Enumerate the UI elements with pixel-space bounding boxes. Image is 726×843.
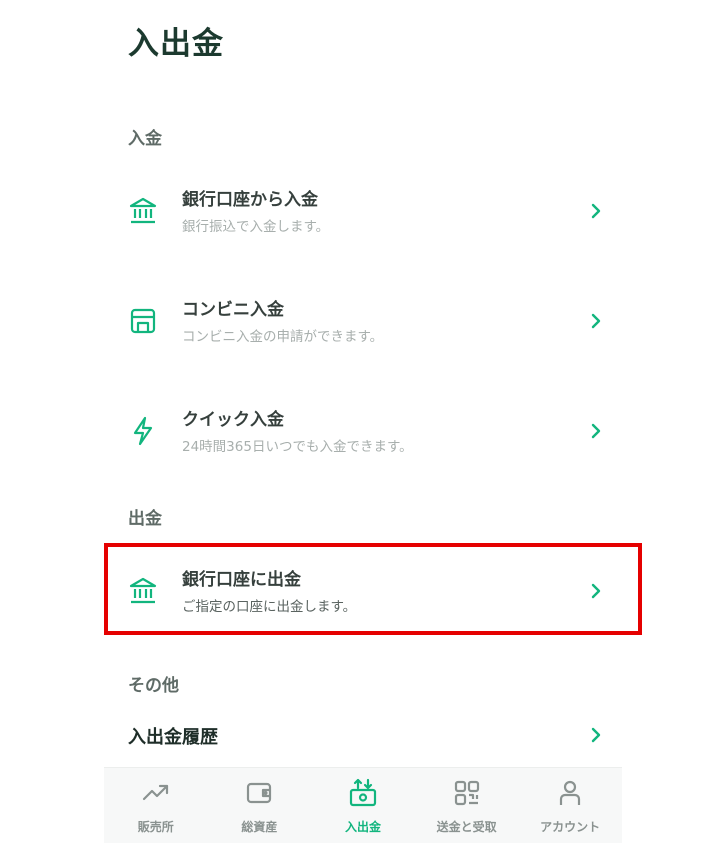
person-icon (555, 778, 585, 808)
deposit-withdraw-screen: 入出金 入金 銀行口座から入金 銀行振込で入金します。 コンビニ入金 コンビニ入… (104, 0, 642, 843)
tab-exchange[interactable]: 販売所 (104, 768, 208, 843)
trend-icon (141, 778, 171, 808)
bottom-tab-bar: 販売所 総資産 入出金 送金と受取 アカウント (104, 767, 622, 843)
convenience-store-deposit-row[interactable]: コンビニ入金 コンビニ入金の申請ができます。 (104, 281, 622, 361)
tab-label: 送金と受取 (436, 820, 497, 834)
bank-withdraw-row[interactable]: 銀行口座に出金 ご指定の口座に出金します。 (104, 551, 622, 631)
chevron-right-icon (588, 203, 604, 219)
tab-total-assets[interactable]: 総資産 (208, 768, 312, 843)
chevron-right-icon (588, 583, 604, 599)
section-title-withdraw: 出金 (128, 509, 162, 529)
chevron-right-icon (588, 727, 604, 743)
chevron-right-icon (588, 423, 604, 439)
chevron-right-icon (588, 313, 604, 329)
history-label: 入出金履歴 (128, 727, 218, 748)
row-title: 銀行口座から入金 (182, 190, 318, 210)
section-title-other: その他 (128, 676, 179, 696)
quick-deposit-row[interactable]: クイック入金 24時間365日いつでも入金できます。 (104, 391, 622, 471)
store-icon (128, 306, 158, 336)
row-subtitle: 銀行振込で入金します。 (182, 219, 330, 235)
tab-label: 総資産 (241, 820, 278, 834)
row-title: 銀行口座に出金 (182, 570, 301, 590)
bank-icon (128, 576, 158, 606)
money-transfer-icon (348, 778, 378, 808)
section-title-deposit: 入金 (128, 129, 162, 149)
row-subtitle: ご指定の口座に出金します。 (182, 599, 357, 615)
tab-label: 入出金 (344, 820, 381, 834)
transaction-history-row[interactable]: 入出金履歴 (104, 712, 622, 758)
row-title: クイック入金 (182, 410, 284, 430)
tab-deposit-withdraw[interactable]: 入出金 (311, 768, 415, 843)
bank-icon (128, 196, 158, 226)
row-title: コンビニ入金 (182, 300, 284, 320)
lightning-icon (128, 416, 158, 446)
page-title: 入出金 (128, 26, 224, 62)
tab-account[interactable]: アカウント (518, 768, 622, 843)
tab-send-receive[interactable]: 送金と受取 (415, 768, 519, 843)
wallet-icon (244, 778, 274, 808)
row-subtitle: コンビニ入金の申請ができます。 (182, 329, 384, 345)
row-subtitle: 24時間365日いつでも入金できます。 (182, 439, 413, 455)
qr-code-icon (452, 778, 482, 808)
tab-label: アカウント (540, 820, 601, 834)
bank-deposit-row[interactable]: 銀行口座から入金 銀行振込で入金します。 (104, 171, 622, 251)
tab-label: 販売所 (137, 820, 174, 834)
